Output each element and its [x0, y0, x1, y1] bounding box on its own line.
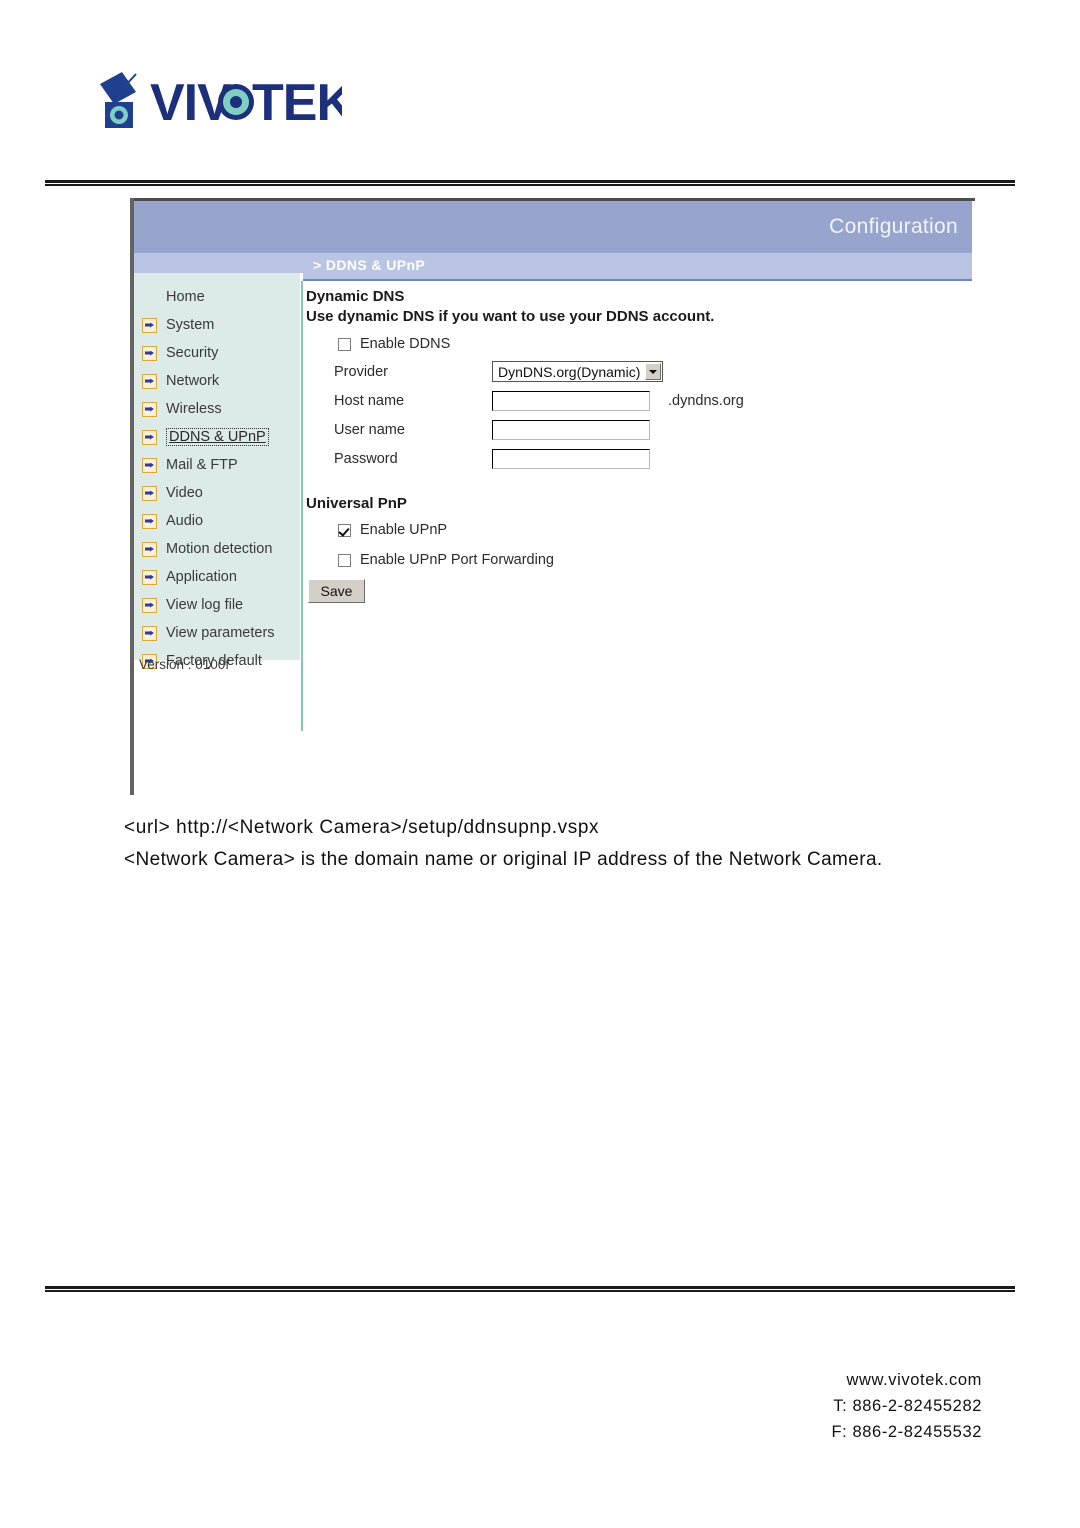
- sidebar-item-view-parameters[interactable]: View parameters: [142, 619, 275, 647]
- page-title: Configuration: [829, 215, 958, 238]
- arrow-icon: [142, 457, 157, 473]
- footer-divider-rule: [45, 1286, 1015, 1293]
- password-label: Password: [334, 450, 398, 467]
- password-row: Password: [306, 444, 972, 473]
- sidebar-item-label: DDNS & UPnP: [166, 428, 269, 446]
- breadcrumb-underline: [303, 279, 972, 281]
- breadcrumb: > DDNS & UPnP: [303, 253, 972, 279]
- sidebar-item-label: Home: [166, 289, 205, 305]
- sidebar-item-motion-detection[interactable]: Motion detection: [142, 535, 272, 563]
- sidebar-item-label: Video: [166, 485, 203, 501]
- host-name-input[interactable]: [492, 390, 650, 411]
- sidebar-item-view-log-file[interactable]: View log file: [142, 591, 243, 619]
- enable-upnp-port-forwarding-label: Enable UPnP Port Forwarding: [360, 552, 554, 568]
- arrow-icon: [142, 569, 157, 585]
- sidebar-item-label: Network: [166, 373, 220, 389]
- footer-fax: F: 886-2-82455532: [831, 1423, 982, 1441]
- arrow-icon: [142, 373, 157, 389]
- sidebar-item-system[interactable]: System: [142, 311, 214, 339]
- dynamic-dns-subheading: Use dynamic DNS if you want to use your …: [306, 308, 715, 325]
- header-divider-rule: [45, 180, 1015, 187]
- spacer-icon: [142, 290, 157, 305]
- enable-ddns-checkbox[interactable]: [338, 337, 351, 351]
- enable-upnp-label: Enable UPnP: [360, 522, 448, 538]
- sidebar-item-label: View parameters: [166, 625, 275, 641]
- sidebar-item-label: Security: [166, 345, 219, 361]
- enable-ddns-row[interactable]: Enable DDNS: [306, 331, 972, 357]
- sidebar-item-mail-ftp[interactable]: Mail & FTP: [142, 451, 238, 479]
- document-body: <url> http://<Network Camera>/setup/ddns…: [124, 812, 982, 876]
- sidebar-item-label: Wireless: [166, 401, 222, 417]
- sidebar-item-wireless[interactable]: Wireless: [142, 395, 222, 423]
- arrow-icon: [142, 513, 157, 529]
- sidebar-item-label: Audio: [166, 513, 204, 529]
- arrow-icon: [142, 541, 157, 557]
- host-name-suffix: .dyndns.org: [668, 392, 744, 409]
- configuration-form: Dynamic DNS Use dynamic DNS if you want …: [306, 288, 972, 603]
- sidebar-item-label: Application: [166, 569, 237, 585]
- arrow-icon: [142, 485, 157, 501]
- chevron-down-icon[interactable]: [645, 363, 662, 380]
- universal-pnp-heading: Universal PnP: [306, 495, 407, 512]
- arrow-icon: [142, 317, 157, 333]
- host-name-label: Host name: [334, 392, 405, 409]
- sidebar-item-label: Mail & FTP: [166, 457, 238, 473]
- footer-telephone: T: 886-2-82455282: [833, 1397, 982, 1415]
- network-camera-config-screenshot: Configuration > DDNS & UPnP Home System …: [130, 198, 975, 798]
- enable-upnp-port-forwarding-checkbox[interactable]: [338, 553, 351, 567]
- provider-row: Provider DynDNS.org(Dynamic): [306, 357, 972, 386]
- url-line: <url> http://<Network Camera>/setup/ddns…: [124, 817, 600, 838]
- svg-text:TEK: TEK: [252, 74, 342, 132]
- sidebar-item-security[interactable]: Security: [142, 339, 218, 367]
- vivotek-camera-logo-mark: [100, 72, 137, 128]
- provider-label: Provider: [334, 363, 388, 380]
- arrow-icon: [142, 401, 157, 417]
- vivotek-wordmark: VIV TEK: [150, 74, 355, 132]
- sidebar: Home System Security Network Wireless DD…: [134, 273, 300, 672]
- sidebar-divider: [301, 281, 303, 731]
- user-name-label: User name: [334, 421, 405, 438]
- host-name-row: Host name .dyndns.org: [306, 386, 972, 415]
- sidebar-item-home[interactable]: Home: [142, 283, 205, 311]
- arrow-icon: [142, 625, 157, 641]
- enable-ddns-label: Enable DDNS: [360, 336, 451, 352]
- sidebar-item-label: Motion detection: [166, 541, 273, 557]
- enable-upnp-checkbox[interactable]: [338, 523, 351, 537]
- enable-upnp-row[interactable]: Enable UPnP: [306, 517, 972, 543]
- user-name-row: User name: [306, 415, 972, 444]
- save-button[interactable]: Save: [308, 579, 365, 603]
- password-input[interactable]: [492, 448, 650, 469]
- user-name-input[interactable]: [492, 419, 650, 440]
- sidebar-item-application[interactable]: Application: [142, 563, 237, 591]
- firmware-version-label: Version : 0100f: [139, 657, 230, 672]
- sidebar-item-ddns-upnp[interactable]: DDNS & UPnP: [142, 423, 269, 451]
- sidebar-item-label: System: [166, 317, 215, 333]
- provider-selected-value: DynDNS.org(Dynamic): [498, 363, 641, 380]
- configuration-banner: Configuration: [134, 201, 972, 253]
- footer-website: www.vivotek.com: [846, 1371, 982, 1389]
- vivotek-logo: VIV TEK: [92, 58, 355, 138]
- enable-upnp-port-forwarding-row[interactable]: Enable UPnP Port Forwarding: [306, 547, 972, 573]
- sidebar-item-audio[interactable]: Audio: [142, 507, 203, 535]
- dynamic-dns-heading: Dynamic DNS: [306, 288, 405, 305]
- description-paragraph: <Network Camera> is the domain name or o…: [124, 849, 883, 870]
- arrow-icon: [142, 429, 157, 445]
- sidebar-item-label: View log file: [166, 597, 244, 613]
- provider-select[interactable]: DynDNS.org(Dynamic): [492, 361, 664, 382]
- arrow-icon: [142, 345, 157, 361]
- footer: www.vivotek.com T: 886-2-82455282 F: 886…: [831, 1367, 982, 1445]
- breadcrumb-label: > DDNS & UPnP: [313, 257, 426, 273]
- sidebar-item-network[interactable]: Network: [142, 367, 219, 395]
- arrow-icon: [142, 597, 157, 613]
- sidebar-item-video[interactable]: Video: [142, 479, 203, 507]
